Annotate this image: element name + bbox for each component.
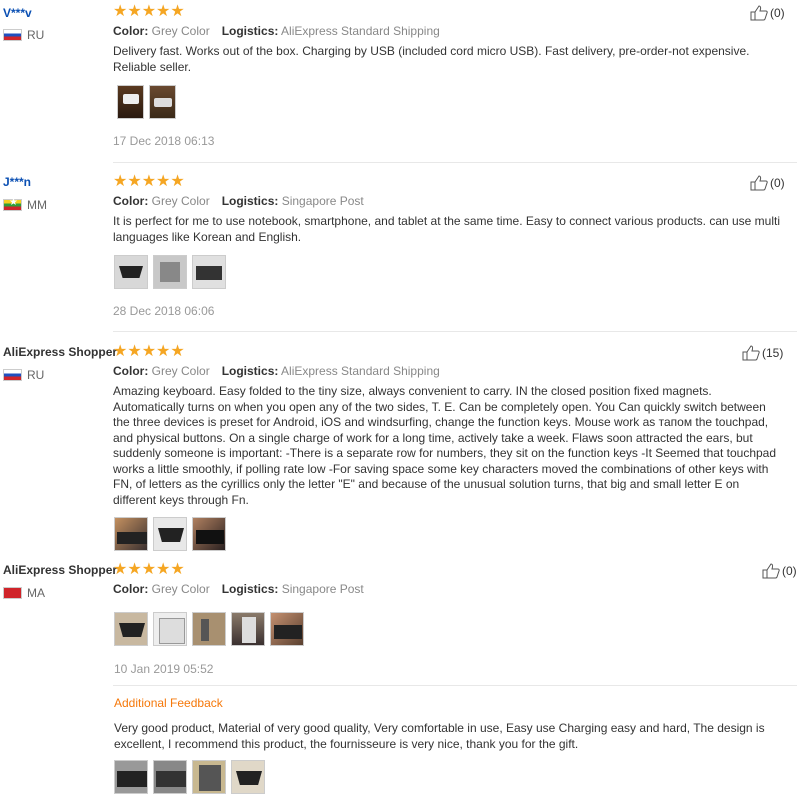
review-photos	[117, 85, 176, 119]
review-meta: Color: Grey Color Logistics: AliExpress S…	[113, 24, 440, 38]
review-photo[interactable]	[114, 612, 148, 646]
review-photo[interactable]	[153, 255, 187, 289]
review-date: 28 Dec 2018 06:06	[113, 304, 215, 318]
flag-ru-icon	[3, 369, 22, 381]
review-photo[interactable]	[153, 612, 187, 646]
review-text: It is perfect for me to use notebook, sm…	[113, 214, 781, 244]
reviewer-country: RU	[3, 368, 44, 382]
helpful-button[interactable]: (15)	[742, 345, 783, 361]
thumbs-up-icon	[762, 563, 780, 579]
helpful-button[interactable]: (0)	[750, 5, 785, 21]
review-photo[interactable]	[153, 517, 187, 551]
divider	[113, 162, 797, 163]
reviewer-name[interactable]: AliExpress Shopper	[3, 345, 117, 359]
review-photos	[114, 517, 226, 551]
reviewer-name[interactable]: J***n	[3, 175, 31, 189]
review-photo[interactable]	[114, 255, 148, 289]
review-date: 17 Dec 2018 06:13	[113, 134, 215, 148]
flag-ma-icon	[3, 587, 22, 599]
reviewer-country: RU	[3, 28, 44, 42]
review-photo[interactable]	[153, 760, 187, 794]
review-photo[interactable]	[270, 612, 304, 646]
divider	[113, 331, 797, 332]
rating-stars: ★★★★★	[113, 173, 185, 190]
review-photo[interactable]	[231, 612, 265, 646]
rating-stars: ★★★★★	[113, 3, 185, 20]
review-photo[interactable]	[117, 85, 144, 119]
flag-mm-icon	[3, 197, 22, 211]
review-photo[interactable]	[192, 517, 226, 551]
review-date: 10 Jan 2019 05:52	[114, 662, 214, 676]
reviewer-country: MA	[3, 586, 45, 600]
review-photo[interactable]	[114, 760, 148, 794]
thumbs-up-icon	[742, 345, 760, 361]
review-photos	[114, 760, 265, 794]
review-meta: Color: Grey Color Logistics: Singapore Po…	[113, 194, 364, 208]
review-photo[interactable]	[114, 517, 148, 551]
thumbs-up-icon	[750, 175, 768, 191]
review-photo[interactable]	[149, 85, 176, 119]
review-meta: Color: Grey Color Logistics: AliExpress S…	[113, 364, 440, 378]
review-photo[interactable]	[192, 612, 226, 646]
additional-feedback-text: Very good product, Material of very good…	[114, 721, 765, 751]
flag-ru-icon	[3, 29, 22, 41]
review-photos	[114, 255, 226, 289]
helpful-button[interactable]: (0)	[762, 563, 797, 579]
thumbs-up-icon	[750, 5, 768, 21]
reviewer-name[interactable]: AliExpress Shopper	[3, 563, 117, 577]
review-photo[interactable]	[192, 760, 226, 794]
divider	[113, 685, 797, 686]
review-photos	[114, 612, 304, 646]
rating-stars: ★★★★★	[113, 561, 185, 578]
additional-feedback-label: Additional Feedback	[114, 696, 223, 710]
review-text: Delivery fast. Works out of the box. Cha…	[113, 44, 750, 74]
helpful-button[interactable]: (0)	[750, 175, 785, 191]
review-photo[interactable]	[192, 255, 226, 289]
reviewer-country: MM	[3, 197, 47, 212]
review-photo[interactable]	[231, 760, 265, 794]
review-text: Amazing keyboard. Easy folded to the tin…	[113, 384, 777, 507]
rating-stars: ★★★★★	[113, 343, 185, 360]
reviewer-name[interactable]: V***v	[3, 6, 32, 20]
review-meta: Color: Grey Color Logistics: Singapore Po…	[113, 582, 364, 596]
